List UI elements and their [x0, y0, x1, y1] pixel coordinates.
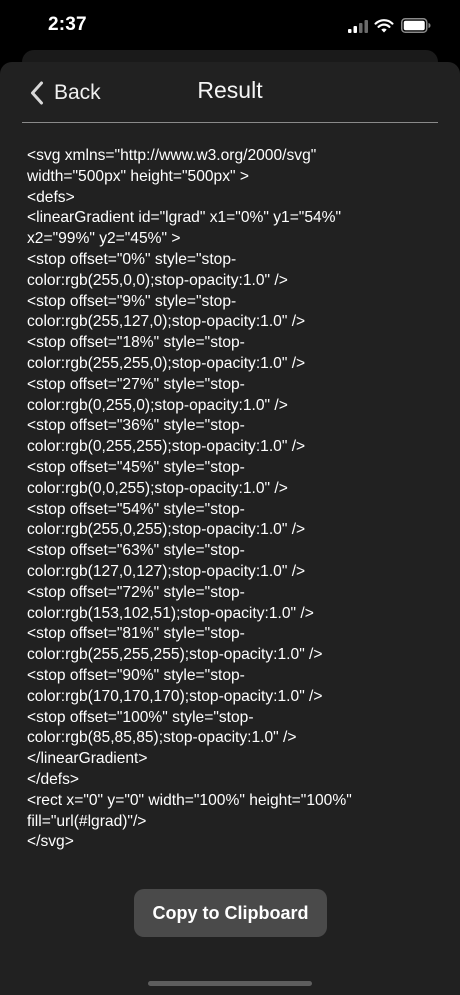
- status-bar: 2:37: [0, 0, 460, 54]
- result-sheet: Back Result <svg xmlns="http://www.w3.or…: [0, 62, 460, 995]
- status-time: 2:37: [48, 14, 87, 35]
- screen: 2:37 Back Result <svg xmlns="http://www.…: [0, 0, 460, 995]
- divider: [22, 122, 438, 123]
- cellular-signal-icon: [348, 20, 368, 33]
- battery-icon: [401, 18, 431, 33]
- chevron-left-icon: [31, 81, 43, 105]
- back-label: Back: [54, 81, 101, 104]
- result-code-text: <svg xmlns="http://www.w3.org/2000/svg" …: [27, 147, 352, 851]
- wifi-icon: [374, 19, 394, 33]
- back-button[interactable]: Back: [30, 78, 101, 108]
- home-indicator: [148, 981, 312, 986]
- navigation-bar: Back Result: [0, 62, 460, 122]
- copy-to-clipboard-button[interactable]: Copy to Clipboard: [134, 889, 327, 937]
